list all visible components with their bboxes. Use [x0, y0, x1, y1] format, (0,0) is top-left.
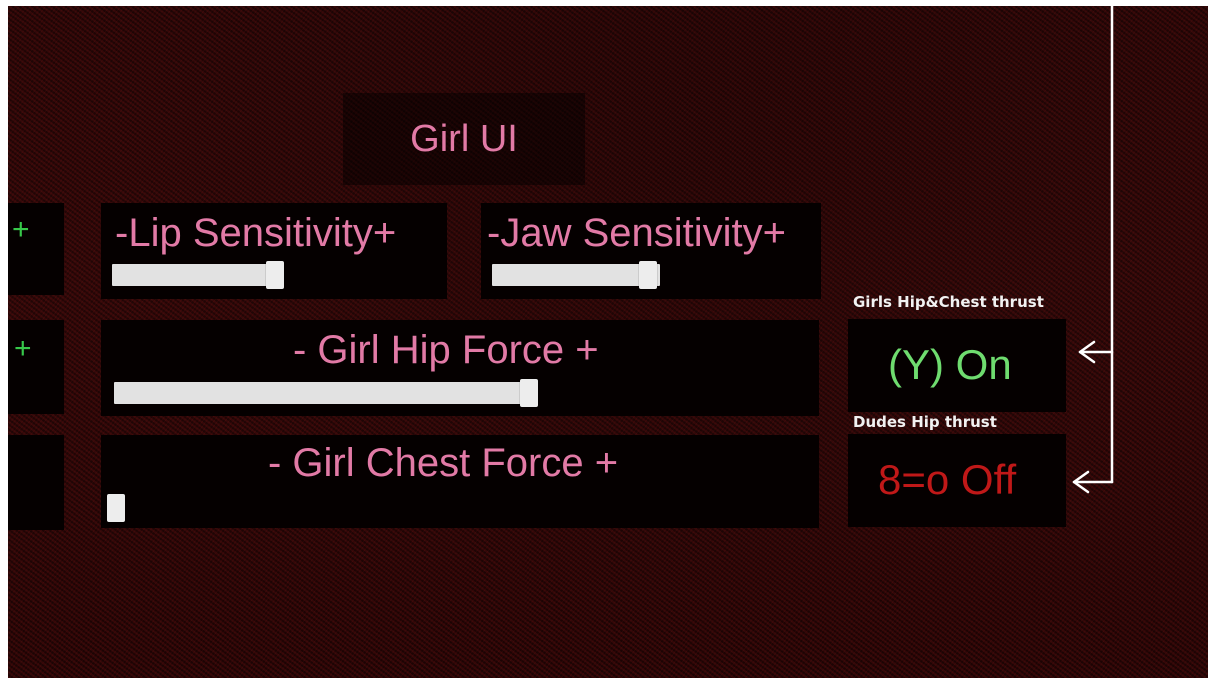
jaw-sensitivity-slider[interactable] [492, 261, 660, 289]
girl-chest-force-slider[interactable] [107, 494, 125, 522]
girls-thrust-toggle[interactable]: (Y) On [848, 319, 1066, 412]
girls-thrust-caption: Girls Hip&Chest thrust [853, 293, 1044, 311]
left-stub-plus-2[interactable]: + [14, 332, 32, 366]
jaw-sensitivity-handle[interactable] [639, 261, 658, 289]
girl-hip-force-panel: - Girl Hip Force + [101, 320, 819, 416]
left-stub-panel-2: + [8, 320, 64, 414]
girl-hip-force-handle[interactable] [520, 379, 538, 407]
girls-thrust-value[interactable]: (Y) On [888, 341, 1012, 389]
dudes-thrust-value[interactable]: 8=o Off [878, 456, 1016, 504]
lip-sensitivity-panel: -Lip Sensitivity+ [101, 203, 447, 299]
dudes-thrust-toggle[interactable]: 8=o Off [848, 434, 1066, 527]
jaw-sensitivity-label[interactable]: -Jaw Sensitivity+ [487, 211, 786, 256]
jaw-sensitivity-panel: -Jaw Sensitivity+ [481, 203, 821, 299]
girl-chest-force-label[interactable]: - Girl Chest Force + [268, 441, 618, 486]
girl-hip-force-slider[interactable] [114, 379, 538, 407]
dudes-thrust-caption: Dudes Hip thrust [853, 413, 997, 431]
girl-chest-force-panel: - Girl Chest Force + [101, 435, 819, 528]
lip-sensitivity-label[interactable]: -Lip Sensitivity+ [115, 211, 396, 256]
lip-sensitivity-handle[interactable] [266, 261, 284, 289]
left-stub-plus-1[interactable]: + [12, 213, 30, 247]
left-stub-panel-1: + [8, 203, 64, 295]
ui-title: Girl UI [410, 117, 518, 160]
girl-hip-force-label[interactable]: - Girl Hip Force + [293, 328, 599, 373]
left-stub-panel-3 [8, 435, 64, 530]
ui-title-panel: Girl UI [343, 93, 585, 185]
game-scene: Girl UI + + -Lip Sensitivity+ -Jaw Sensi… [8, 6, 1208, 678]
girl-chest-force-handle[interactable] [107, 494, 125, 522]
lip-sensitivity-slider[interactable] [112, 261, 284, 289]
